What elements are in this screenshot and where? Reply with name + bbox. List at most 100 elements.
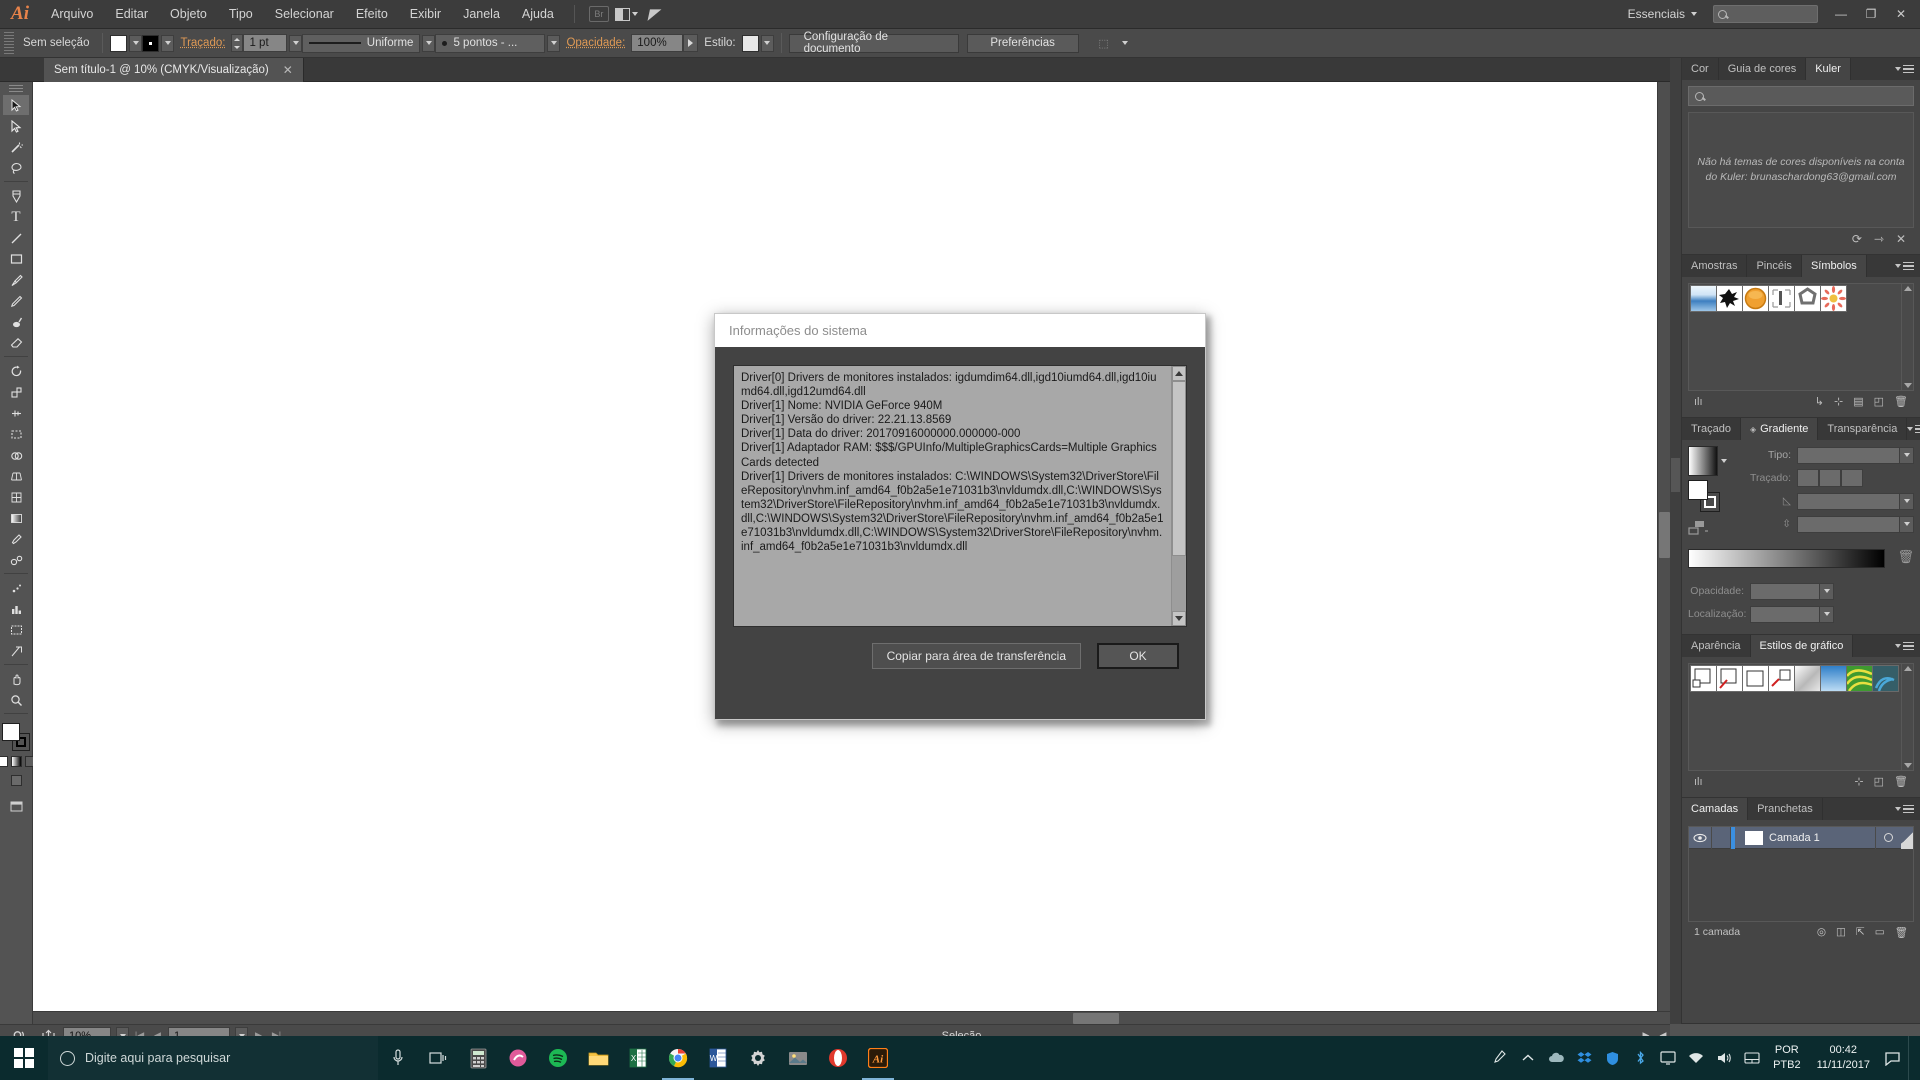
make-mask-icon[interactable]: ◫	[1836, 926, 1846, 938]
stroke-along-button[interactable]	[1819, 469, 1841, 487]
style-item[interactable]	[1716, 665, 1743, 692]
new-symbol-icon[interactable]: ◰	[1874, 395, 1884, 408]
stroke-color-swatch[interactable]	[142, 34, 160, 52]
opacity-input[interactable]: 100%	[631, 34, 684, 52]
style-item[interactable]	[1690, 665, 1717, 692]
zoom-tool[interactable]	[3, 690, 29, 710]
preferences-button[interactable]: Preferências	[966, 33, 1079, 53]
chrome-app-icon[interactable]	[658, 1036, 698, 1080]
gradient-button[interactable]	[10, 756, 22, 767]
tab-tracado[interactable]: Traçado	[1682, 418, 1741, 440]
stroke-within-button[interactable]	[1797, 469, 1819, 487]
workspace-switcher[interactable]: Essenciais	[1620, 7, 1705, 21]
fill-stroke-controls[interactable]	[2, 723, 30, 751]
eraser-tool[interactable]	[3, 333, 29, 353]
color-button[interactable]	[0, 756, 8, 767]
tools-panel-grip[interactable]	[9, 85, 23, 94]
tab-estilos-de-grafico[interactable]: Estilos de gráfico	[1750, 635, 1854, 657]
opacity-label[interactable]: Opacidade:	[560, 37, 631, 49]
select-similar-objects-icon[interactable]: ⬚	[1091, 32, 1117, 54]
scroll-down-button[interactable]	[1172, 611, 1186, 626]
photos-app-icon[interactable]	[778, 1036, 818, 1080]
help-search-input[interactable]	[1713, 5, 1818, 23]
brush-definition-select[interactable]: 5 pontos - ...	[435, 33, 546, 53]
stroke-weight-stepper[interactable]	[231, 34, 244, 52]
panel-dock-rail[interactable]	[1670, 58, 1682, 1024]
clock[interactable]: 00:42 11/11/2017	[1809, 1036, 1878, 1080]
file-explorer-app-icon[interactable]	[578, 1036, 618, 1080]
new-layer-icon[interactable]: ▭	[1875, 926, 1885, 938]
stroke-weight-dropdown[interactable]	[289, 34, 303, 52]
style-item[interactable]	[1794, 665, 1821, 692]
select-similar-dropdown[interactable]	[1119, 35, 1132, 52]
scroll-up-button[interactable]	[1172, 366, 1186, 381]
symbol-item[interactable]	[1716, 285, 1743, 312]
fill-dropdown[interactable]	[129, 34, 143, 52]
symbol-libraries-icon[interactable]: ılı	[1694, 396, 1703, 408]
gradient-tool[interactable]	[3, 508, 29, 528]
target-indicator[interactable]	[1875, 826, 1901, 849]
menu-editar[interactable]: Editar	[104, 0, 159, 29]
tab-simbolos[interactable]: Símbolos	[1801, 255, 1867, 277]
panel-menu-button[interactable]	[1895, 798, 1920, 820]
style-item[interactable]	[1872, 665, 1899, 692]
brush-dropdown[interactable]	[547, 34, 561, 52]
symbol-item[interactable]	[1820, 285, 1847, 312]
blob-brush-tool[interactable]	[3, 312, 29, 332]
opera-app-icon[interactable]	[818, 1036, 858, 1080]
rectangle-tool[interactable]	[3, 249, 29, 269]
tab-guia-de-cores[interactable]: Guia de cores	[1719, 58, 1807, 80]
tab-gradiente[interactable]: ◈ Gradiente	[1740, 418, 1819, 440]
lock-toggle[interactable]	[1711, 826, 1731, 849]
paintbrush-tool[interactable]	[3, 270, 29, 290]
gradient-angle-input[interactable]	[1797, 492, 1914, 510]
onedrive-tray-icon[interactable]	[1543, 1036, 1569, 1080]
scrollbar-thumb[interactable]	[1073, 1013, 1119, 1024]
scroll-up-icon[interactable]	[1904, 666, 1912, 671]
stroke-profile-dropdown[interactable]	[422, 34, 436, 52]
canvas-vertical-scrollbar[interactable]	[1657, 82, 1670, 1011]
break-link-icon[interactable]: ⊹	[1834, 395, 1843, 408]
gradient-fill-stroke-toggle[interactable]	[1688, 480, 1722, 512]
arrange-documents-button[interactable]	[614, 3, 640, 25]
refresh-icon[interactable]: ⟳	[1852, 232, 1862, 246]
new-sublayer-icon[interactable]: ⇱	[1856, 926, 1865, 938]
direct-selection-tool[interactable]	[3, 116, 29, 136]
kuler-search-input[interactable]	[1688, 86, 1914, 106]
gradient-preview-thumb[interactable]	[1688, 446, 1718, 476]
symbol-sprayer-tool[interactable]	[3, 578, 29, 598]
pencil-tool[interactable]	[3, 291, 29, 311]
scroll-down-icon[interactable]	[1904, 383, 1912, 388]
calculator-app-icon[interactable]	[458, 1036, 498, 1080]
type-tool[interactable]: T	[3, 207, 29, 227]
chevron-up-icon[interactable]	[1515, 1036, 1541, 1080]
graphic-style-dropdown[interactable]	[760, 34, 774, 52]
language-indicator[interactable]: POR PTB2	[1767, 1036, 1807, 1080]
styles-scrollbar[interactable]	[1901, 664, 1913, 770]
task-view-icon[interactable]	[418, 1036, 458, 1080]
symbols-scrollbar[interactable]	[1901, 284, 1913, 390]
panel-menu-button[interactable]	[1895, 255, 1920, 277]
tab-camadas[interactable]: Camadas	[1682, 798, 1749, 820]
stroke-across-button[interactable]	[1841, 469, 1863, 487]
document-setup-button[interactable]: Configuração de documento	[788, 31, 959, 55]
paint3d-app-icon[interactable]	[498, 1036, 538, 1080]
add-theme-icon[interactable]: ⇾	[1874, 232, 1884, 246]
tab-aparencia[interactable]: Aparência	[1682, 635, 1751, 657]
word-app-icon[interactable]: W	[698, 1036, 738, 1080]
display-tray-icon[interactable]	[1655, 1036, 1681, 1080]
graphic-style-swatch[interactable]	[741, 34, 759, 52]
scroll-down-icon[interactable]	[1904, 763, 1912, 768]
stroke-profile-select[interactable]: Uniforme	[302, 33, 421, 53]
scale-tool[interactable]	[3, 382, 29, 402]
style-item[interactable]	[1768, 665, 1795, 692]
gradient-opacity-input[interactable]	[1750, 582, 1834, 600]
style-item[interactable]	[1820, 665, 1847, 692]
document-tab[interactable]: Sem título-1 @ 10% (CMYK/Visualização) ✕	[44, 58, 304, 82]
close-button[interactable]: ✕	[1886, 0, 1916, 29]
eyedropper-tool[interactable]	[3, 529, 29, 549]
edit-theme-icon[interactable]: ✕	[1896, 232, 1906, 246]
locate-object-icon[interactable]: ◎	[1817, 926, 1826, 938]
tab-pranchetas[interactable]: Pranchetas	[1748, 798, 1823, 820]
delete-symbol-icon[interactable]: 🗑	[1894, 395, 1908, 408]
